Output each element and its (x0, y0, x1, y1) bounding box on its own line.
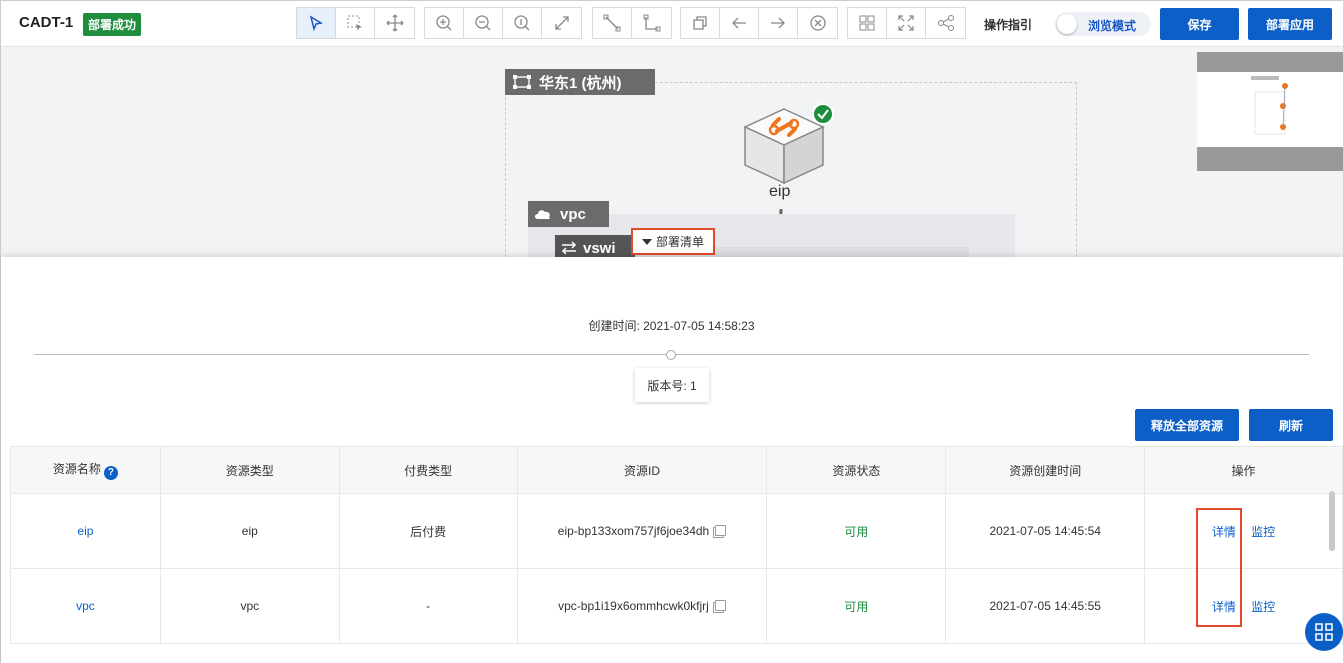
grid-icon[interactable] (848, 8, 887, 38)
resource-type: eip (159, 493, 340, 569)
toolbar-group-view (847, 7, 966, 39)
box-select-icon[interactable] (336, 8, 375, 38)
monitor-link[interactable]: 监控 (1251, 525, 1275, 539)
col-header-created: 资源创建时间 (945, 446, 1146, 494)
col-header-type: 资源类型 (159, 446, 340, 494)
resource-id-cell: eip-bp133xom757jf6joe34dh (516, 493, 768, 569)
actions-cell: 详情 监控 (1144, 493, 1343, 569)
table-header-row: 资源名称? 资源类型 付费类型 资源ID 资源状态 资源创建时间 操作 (10, 446, 1343, 494)
select-pointer-icon[interactable] (297, 8, 336, 38)
copy-icon[interactable] (715, 525, 727, 536)
guide-link[interactable]: 操作指引 (984, 16, 1032, 33)
toolbar-group-select (296, 7, 415, 39)
resource-name-link[interactable]: vpc (76, 599, 95, 613)
resource-id: vpc-bp1i19x6ommhcwk0kfjrj (558, 599, 709, 613)
deploy-list-label: 部署清单 (655, 235, 704, 249)
elbow-line-icon[interactable] (632, 8, 671, 38)
copy-icon[interactable] (681, 8, 720, 38)
col-header-actions: 操作 (1144, 446, 1343, 494)
region-icon (513, 75, 531, 89)
region-name: 华东1 (杭州) (539, 74, 622, 92)
vswitch-label[interactable]: vswi (555, 235, 635, 257)
resource-name-link[interactable]: eip (77, 524, 93, 538)
detail-highlight-box (1196, 508, 1242, 627)
table-scrollbar[interactable] (1329, 491, 1335, 551)
share-icon[interactable] (926, 8, 965, 38)
zoom-out-icon[interactable] (464, 8, 503, 38)
resource-created: 2021-07-05 14:45:54 (945, 493, 1146, 569)
table-row: vpc vpc - vpc-bp1i19x6ommhcwk0kfjrj 可用 2… (10, 568, 1343, 644)
caret-down-icon (641, 238, 652, 245)
resource-table: 资源名称? 资源类型 付费类型 资源ID 资源状态 资源创建时间 操作 eip … (10, 446, 1343, 644)
resource-status: 可用 (844, 524, 869, 539)
col-header-status: 资源状态 (766, 446, 947, 494)
minimap[interactable] (1197, 52, 1343, 171)
straight-line-icon[interactable] (593, 8, 632, 38)
status-badge: 部署成功 (83, 13, 142, 36)
deploy-list-tab[interactable]: 部署清单 (631, 228, 715, 255)
release-all-button[interactable]: 释放全部资源 (1135, 409, 1239, 441)
monitor-link[interactable]: 监控 (1251, 600, 1275, 614)
resource-id-cell: vpc-bp1i19x6ommhcwk0kfjrj (516, 568, 768, 644)
cloud-icon (535, 210, 550, 219)
table-row: eip eip 后付费 eip-bp133xom757jf6joe34dh 可用… (10, 493, 1343, 569)
redo-icon[interactable] (759, 8, 798, 38)
toolbar-group-lines (592, 7, 672, 39)
preview-mode-label: 浏览模式 (1088, 19, 1137, 33)
zoom-in-icon[interactable] (425, 8, 464, 38)
refresh-button[interactable]: 刷新 (1249, 409, 1333, 441)
col-header-id: 资源ID (516, 446, 768, 494)
copy-icon[interactable] (714, 600, 726, 611)
preview-mode-toggle[interactable]: 浏览模式 (1055, 12, 1151, 36)
toggle-knob (1057, 14, 1077, 34)
undo-icon[interactable] (720, 8, 759, 38)
region-label[interactable]: 华东1 (杭州) (505, 69, 655, 95)
zoom-reset-icon[interactable] (503, 8, 542, 38)
app-title: CADT-1 (19, 14, 74, 31)
toolbar-group-edit (680, 7, 838, 39)
grid-menu-icon (1315, 623, 1333, 641)
top-header: CADT-1 部署成功 操作指引 浏览模式 保存 部署应用 (1, 1, 1343, 47)
save-button[interactable]: 保存 (1160, 8, 1239, 40)
fullscreen-icon[interactable] (887, 8, 926, 38)
delete-icon[interactable] (798, 8, 837, 38)
deploy-button[interactable]: 部署应用 (1248, 8, 1332, 40)
minimap-viewport (1197, 72, 1343, 147)
billing-type: - (338, 568, 518, 644)
move-icon[interactable] (375, 8, 414, 38)
help-icon[interactable]: ? (103, 466, 118, 480)
fit-screen-icon[interactable] (542, 8, 581, 38)
switch-icon (561, 241, 577, 255)
toolbar-group-zoom (424, 7, 582, 39)
resource-type: vpc (159, 568, 340, 644)
col-header-billing: 付费类型 (338, 446, 518, 494)
vpc-name: vpc (560, 205, 586, 223)
vpc-label[interactable]: vpc (528, 201, 609, 227)
version-node[interactable] (666, 350, 676, 360)
vswitch-name: vswi (583, 239, 616, 257)
check-icon (812, 103, 834, 125)
col-header-name: 资源名称? (10, 446, 161, 494)
version-tooltip: 版本号: 1 (635, 368, 709, 402)
app-menu-button[interactable] (1305, 613, 1343, 651)
resource-id: eip-bp133xom757jf6joe34dh (557, 524, 710, 538)
topology-canvas[interactable]: 华东1 (杭州) eip vpc vswi 部署清单 (1, 47, 1343, 257)
created-time: 创建时间: 2021-07-05 14:58:23 (588, 319, 755, 333)
billing-type: 后付费 (338, 493, 518, 569)
resource-status: 可用 (844, 599, 869, 614)
eip-node-label: eip (769, 183, 791, 200)
resource-created: 2021-07-05 14:45:55 (945, 568, 1146, 644)
